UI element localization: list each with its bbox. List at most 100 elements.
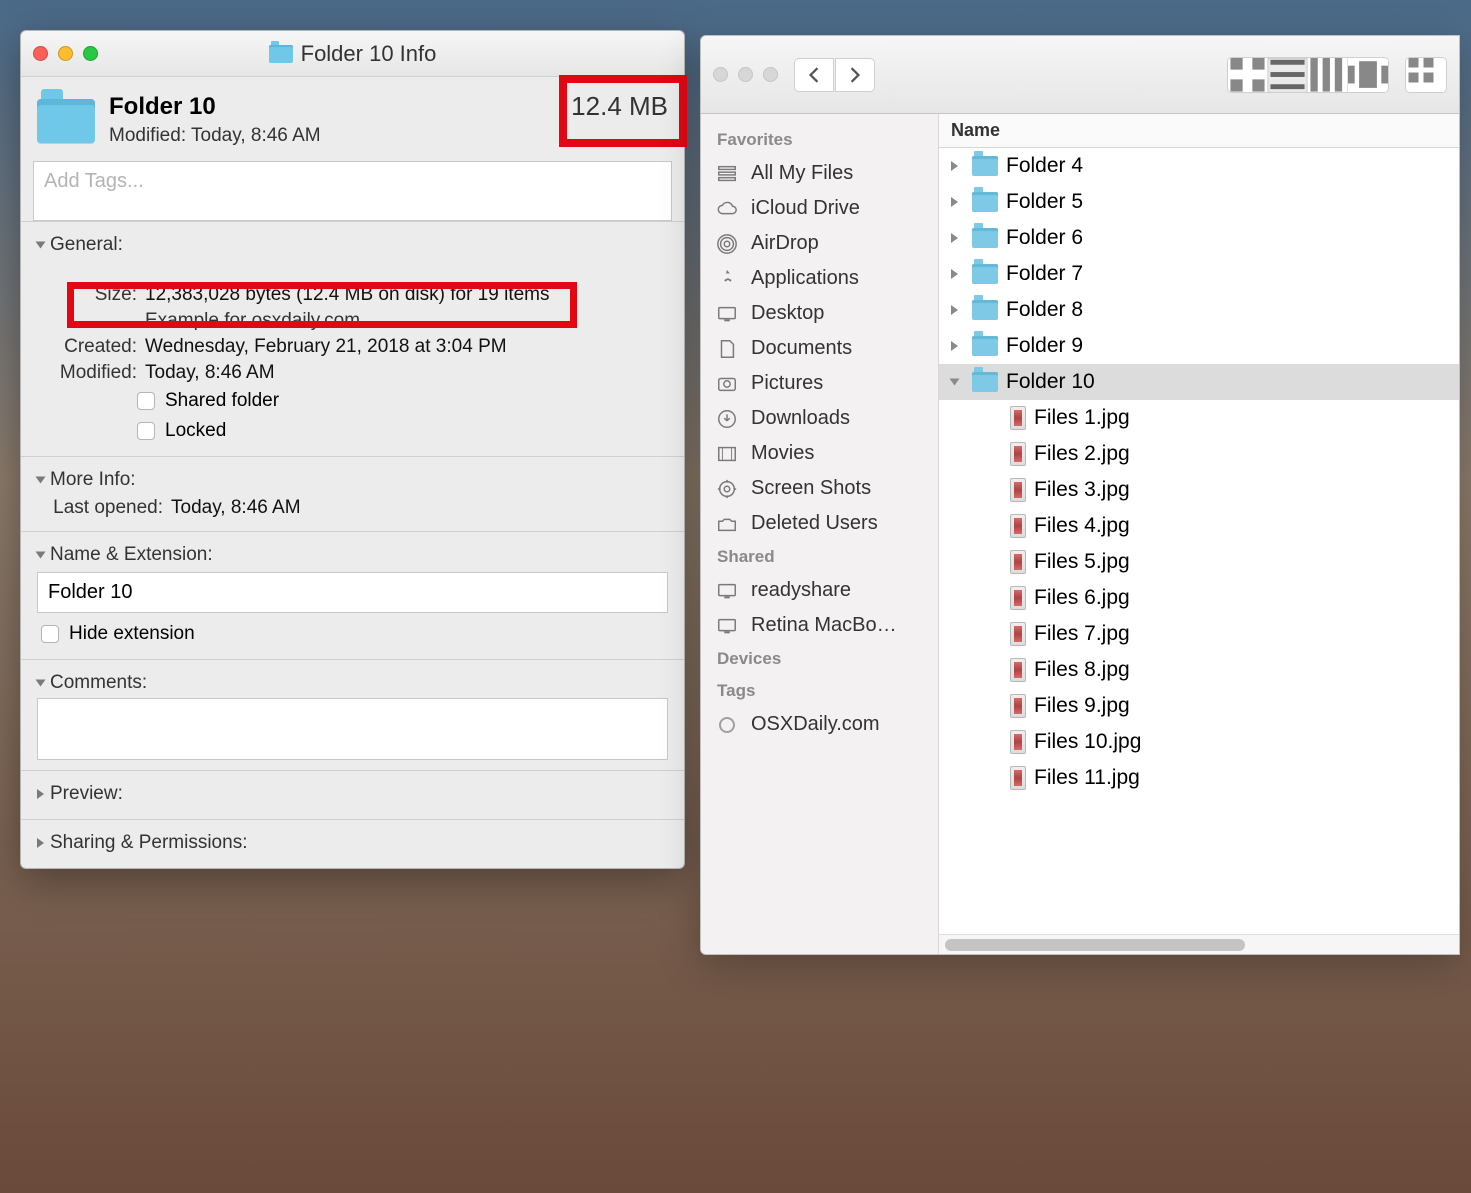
arrange-icon[interactable] [1406, 58, 1446, 92]
view-columns-icon[interactable] [1308, 58, 1348, 92]
disclosure-triangle-icon[interactable] [951, 269, 958, 279]
comments-textarea[interactable] [37, 698, 668, 760]
disclosure-triangle-icon[interactable] [951, 305, 958, 315]
view-icon-grid-icon[interactable] [1228, 58, 1268, 92]
item-name: Folder 4 [1006, 154, 1083, 178]
column-header-name[interactable]: Name [939, 114, 1459, 148]
back-button[interactable] [794, 58, 834, 92]
section-header-general[interactable]: General: [37, 234, 668, 256]
disclosure-triangle-icon[interactable] [951, 197, 958, 207]
list-row-folder[interactable]: Folder 8 [939, 292, 1459, 328]
minimize-icon[interactable] [738, 67, 753, 82]
value: Wednesday, February 21, 2018 at 3:04 PM [145, 336, 668, 358]
sidebar-item-screen-shots[interactable]: Screen Shots [701, 471, 938, 506]
disclosure-triangle-icon[interactable] [950, 379, 960, 386]
section-general: General: Size: 12,383,028 bytes (12.4 MB… [21, 221, 684, 456]
sidebar-section-shared: Shared [701, 541, 938, 573]
sidebar-item-airdrop[interactable]: AirDrop [701, 226, 938, 261]
disclosure-triangle-icon[interactable] [37, 838, 44, 848]
scrollbar-thumb[interactable] [945, 939, 1245, 951]
sidebar-item-downloads[interactable]: Downloads [701, 401, 938, 436]
list-row-file[interactable]: Files 6.jpg [939, 580, 1459, 616]
file-list[interactable]: Folder 4 Folder 5 Folder 6Folder 7 Folder 8… [939, 148, 1459, 954]
sidebar-item-readyshare[interactable]: readyshare [701, 573, 938, 608]
list-row-file[interactable]: Files 4.jpg [939, 508, 1459, 544]
list-row-file[interactable]: Files 7.jpg [939, 616, 1459, 652]
item-name: Folder 5 [1006, 190, 1083, 214]
info-titlebar[interactable]: Folder 10 Info [21, 31, 684, 77]
sidebar-item-documents[interactable]: Documents [701, 331, 938, 366]
item-name: Files 5.jpg [1034, 550, 1130, 574]
row-created: Created: Wednesday, February 21, 2018 at… [37, 334, 668, 360]
section-header-sharing[interactable]: Sharing & Permissions: [37, 832, 668, 854]
arrange-button[interactable] [1405, 57, 1447, 93]
list-row-file[interactable]: Files 8.jpg [939, 652, 1459, 688]
row-shared-folder[interactable]: Shared folder [37, 386, 668, 416]
section-header-preview[interactable]: Preview: [37, 783, 668, 805]
value: Example for osxdaily.com [145, 310, 668, 332]
disclosure-triangle-icon[interactable] [36, 680, 46, 687]
forward-button[interactable] [835, 58, 875, 92]
view-list-icon[interactable] [1268, 58, 1308, 92]
sidebar-tag-osxdaily-com[interactable]: OSXDaily.com [701, 707, 938, 742]
view-mode-segmented[interactable] [1227, 57, 1389, 93]
disclosure-triangle-icon[interactable] [36, 552, 46, 559]
list-row-folder[interactable]: Folder 9 [939, 328, 1459, 364]
minimize-icon[interactable] [58, 46, 73, 61]
section-header-more-info[interactable]: More Info: [37, 469, 668, 491]
row-hide-extension[interactable]: Hide extension [37, 619, 668, 649]
section-header-name-ext[interactable]: Name & Extension: [37, 544, 668, 566]
disclosure-triangle-icon[interactable] [36, 477, 46, 484]
list-row-file[interactable]: Files 2.jpg [939, 436, 1459, 472]
size-summary: 12.4 MB [571, 91, 668, 122]
close-icon[interactable] [713, 67, 728, 82]
checkbox-icon[interactable] [41, 625, 59, 643]
checkbox-icon[interactable] [137, 422, 155, 440]
list-row-file[interactable]: Files 5.jpg [939, 544, 1459, 580]
tags-placeholder: Add Tags... [44, 170, 144, 192]
list-row-file[interactable]: Files 11.jpg [939, 760, 1459, 796]
image-file-icon [1010, 586, 1026, 610]
view-coverflow-icon[interactable] [1348, 58, 1388, 92]
disclosure-triangle-icon[interactable] [951, 341, 958, 351]
list-row-file[interactable]: Files 9.jpg [939, 688, 1459, 724]
disclosure-triangle-icon[interactable] [951, 233, 958, 243]
tags-input[interactable]: Add Tags... [33, 161, 672, 221]
item-name: Files 10.jpg [1034, 730, 1141, 754]
checkbox-icon[interactable] [137, 392, 155, 410]
name-extension-input[interactable]: Folder 10 [37, 572, 668, 613]
sidebar-item-deleted-users[interactable]: Deleted Users [701, 506, 938, 541]
row-locked[interactable]: Locked [37, 416, 668, 446]
list-row-folder[interactable]: Folder 4 [939, 148, 1459, 184]
section-header-comments[interactable]: Comments: [37, 672, 668, 694]
list-row-folder[interactable]: Folder 10 [939, 364, 1459, 400]
sidebar-item-all-my-files[interactable]: All My Files [701, 156, 938, 191]
sidebar-item-icloud-drive[interactable]: iCloud Drive [701, 191, 938, 226]
sidebar-item-applications[interactable]: Applications [701, 261, 938, 296]
item-name: Files 8.jpg [1034, 658, 1130, 682]
list-row-file[interactable]: Files 3.jpg [939, 472, 1459, 508]
tag-circle-icon [715, 714, 739, 736]
list-row-folder[interactable]: Folder 7 [939, 256, 1459, 292]
sidebar-item-desktop[interactable]: Desktop [701, 296, 938, 331]
disclosure-triangle-icon[interactable] [37, 789, 44, 799]
disclosure-triangle-icon[interactable] [951, 161, 958, 171]
sidebar-section-tags: Tags [701, 675, 938, 707]
disclosure-triangle-icon[interactable] [36, 242, 46, 249]
label [57, 310, 137, 332]
sidebar-item-pictures[interactable]: Pictures [701, 366, 938, 401]
checkbox-label: Shared folder [165, 390, 279, 412]
zoom-icon[interactable] [763, 67, 778, 82]
horizontal-scrollbar[interactable] [939, 934, 1459, 954]
item-name: Folder 8 [1006, 298, 1083, 322]
list-row-folder[interactable]: Folder 6 [939, 220, 1459, 256]
list-row-folder[interactable]: Folder 5 [939, 184, 1459, 220]
desktop-icon [715, 303, 739, 325]
list-row-file[interactable]: Files 10.jpg [939, 724, 1459, 760]
sidebar-item-movies[interactable]: Movies [701, 436, 938, 471]
folder-icon [972, 192, 998, 212]
sidebar-item-retina-macbo[interactable]: Retina MacBo… [701, 608, 938, 643]
close-icon[interactable] [33, 46, 48, 61]
zoom-icon[interactable] [83, 46, 98, 61]
list-row-file[interactable]: Files 1.jpg [939, 400, 1459, 436]
